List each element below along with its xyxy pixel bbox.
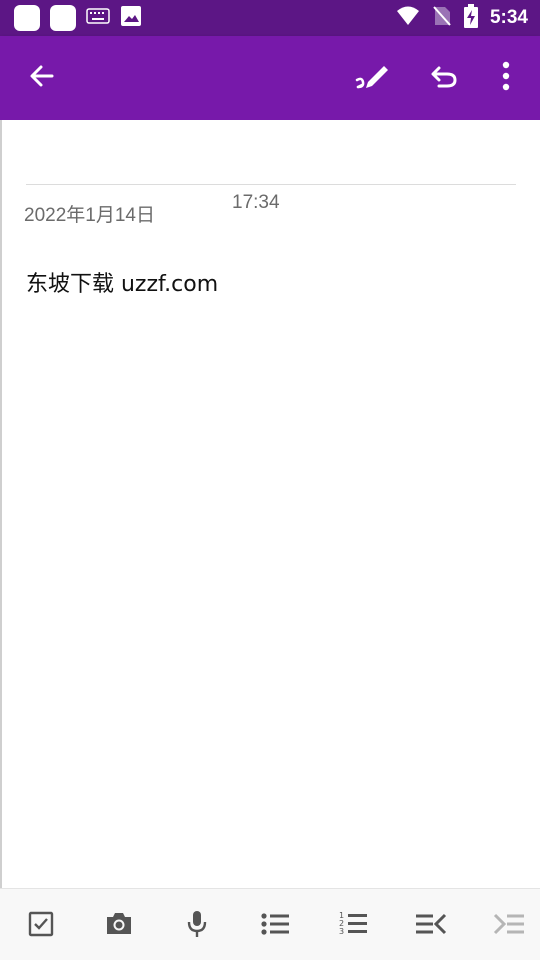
note-date: 2022年1月14日 — [24, 205, 155, 226]
checkbox-button[interactable] — [24, 909, 58, 943]
more-vert-icon — [501, 61, 511, 95]
outdent-icon — [415, 912, 447, 940]
camera-icon — [104, 911, 134, 941]
bullet-list-icon — [260, 912, 290, 940]
back-button[interactable] — [20, 56, 64, 100]
microphone-icon — [186, 910, 208, 942]
app-square-icon — [50, 5, 76, 31]
numbered-list-button[interactable]: 123 — [336, 909, 370, 943]
undo-button[interactable] — [422, 56, 466, 100]
pen-icon — [354, 60, 390, 96]
image-icon — [120, 5, 142, 31]
title-divider — [26, 184, 516, 185]
camera-button[interactable] — [102, 909, 136, 943]
app-square-icon — [14, 5, 40, 31]
note-time: 17:34 — [232, 192, 280, 213]
no-sim-icon — [432, 5, 452, 31]
indent-button[interactable] — [492, 909, 526, 943]
battery-charging-icon — [463, 4, 478, 32]
more-options-button[interactable] — [484, 56, 528, 100]
svg-text:3: 3 — [339, 927, 344, 936]
undo-icon — [429, 62, 459, 94]
pen-button[interactable] — [350, 56, 394, 100]
numbered-list-icon: 123 — [338, 911, 368, 941]
formatting-toolbar: 123 — [0, 888, 540, 960]
status-bar: 5:34 — [0, 0, 540, 36]
checkbox-icon — [28, 911, 54, 941]
app-bar — [0, 36, 540, 120]
keyboard-icon — [86, 8, 110, 28]
note-body-text[interactable]: 东坡下载 uzzf.com — [26, 266, 218, 298]
bullet-list-button[interactable] — [258, 909, 292, 943]
microphone-button[interactable] — [180, 909, 214, 943]
note-page[interactable]: 2022年1月14日 17:34 东坡下载 uzzf.com — [0, 120, 540, 888]
status-time: 5:34 — [489, 7, 528, 28]
wifi-icon — [396, 5, 420, 31]
indent-icon — [493, 912, 525, 940]
outdent-button[interactable] — [414, 909, 448, 943]
back-arrow-icon — [28, 62, 56, 94]
